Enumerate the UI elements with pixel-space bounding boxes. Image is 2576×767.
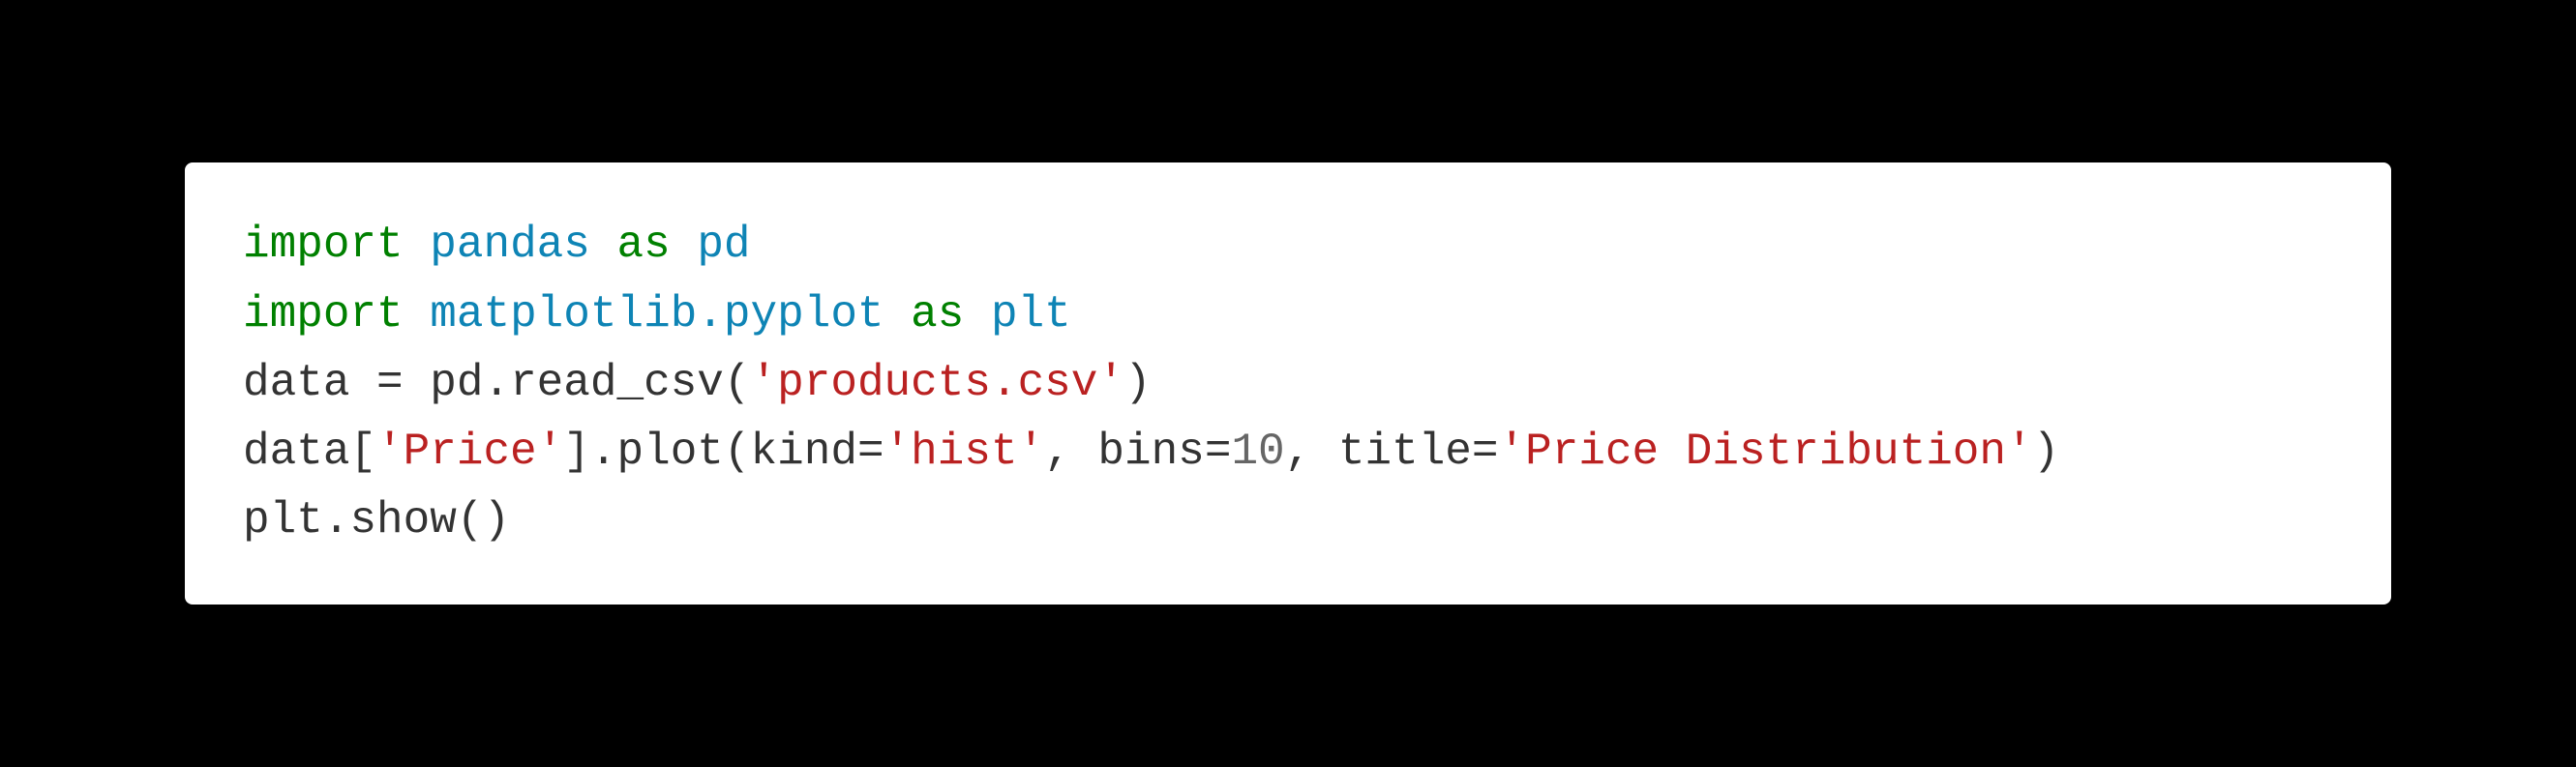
number-10: 10	[1231, 427, 1284, 477]
bracket-close: ]	[563, 427, 590, 477]
keyword-import: import	[243, 289, 404, 339]
string-price-distribution: 'Price Distribution'	[1499, 427, 2033, 477]
paren-open: (	[724, 358, 751, 408]
paren-close: )	[1124, 358, 1152, 408]
code-line-4: data['Price'].plot(kind='hist', bins=10,…	[243, 418, 2333, 487]
string-hist: 'hist'	[884, 427, 1045, 477]
alias-plt: plt	[991, 289, 1071, 339]
function-plot: plot	[616, 427, 723, 477]
code-line-5: plt.show()	[243, 487, 2333, 555]
paren-close: )	[483, 495, 510, 546]
function-show: show	[349, 495, 456, 546]
function-read-csv: read_csv	[510, 358, 724, 408]
dot-operator: .	[323, 495, 350, 546]
keyword-as: as	[617, 220, 671, 270]
module-matplotlib: matplotlib.pyplot	[430, 289, 884, 339]
param-title: title	[1338, 427, 1472, 477]
keyword-as: as	[911, 289, 964, 339]
operator-equals: =	[1472, 427, 1499, 477]
variable-data: data	[243, 358, 376, 408]
code-line-3: data = pd.read_csv('products.csv')	[243, 349, 2333, 418]
code-line-1: import pandas as pd	[243, 211, 2333, 280]
param-kind: kind	[751, 427, 857, 477]
object-pd: pd	[404, 358, 484, 408]
variable-data: data	[243, 427, 349, 477]
param-bins: bins	[1097, 427, 1204, 477]
operator-equals: =	[1205, 427, 1232, 477]
comma: ,	[1285, 427, 1338, 477]
operator-equals: =	[376, 358, 404, 408]
code-block: import pandas as pd import matplotlib.py…	[185, 162, 2391, 604]
module-pandas: pandas	[430, 220, 590, 270]
object-plt: plt	[243, 495, 323, 546]
bracket-open: [	[349, 427, 376, 477]
paren-open: (	[724, 427, 751, 477]
comma: ,	[1044, 427, 1097, 477]
paren-open: (	[457, 495, 484, 546]
alias-pd: pd	[697, 220, 750, 270]
code-line-2: import matplotlib.pyplot as plt	[243, 280, 2333, 349]
string-products-csv: 'products.csv'	[751, 358, 1124, 408]
operator-equals: =	[857, 427, 884, 477]
string-price: 'Price'	[376, 427, 563, 477]
paren-close: )	[2033, 427, 2060, 477]
dot-operator: .	[590, 427, 617, 477]
dot-operator: .	[483, 358, 510, 408]
keyword-import: import	[243, 220, 404, 270]
